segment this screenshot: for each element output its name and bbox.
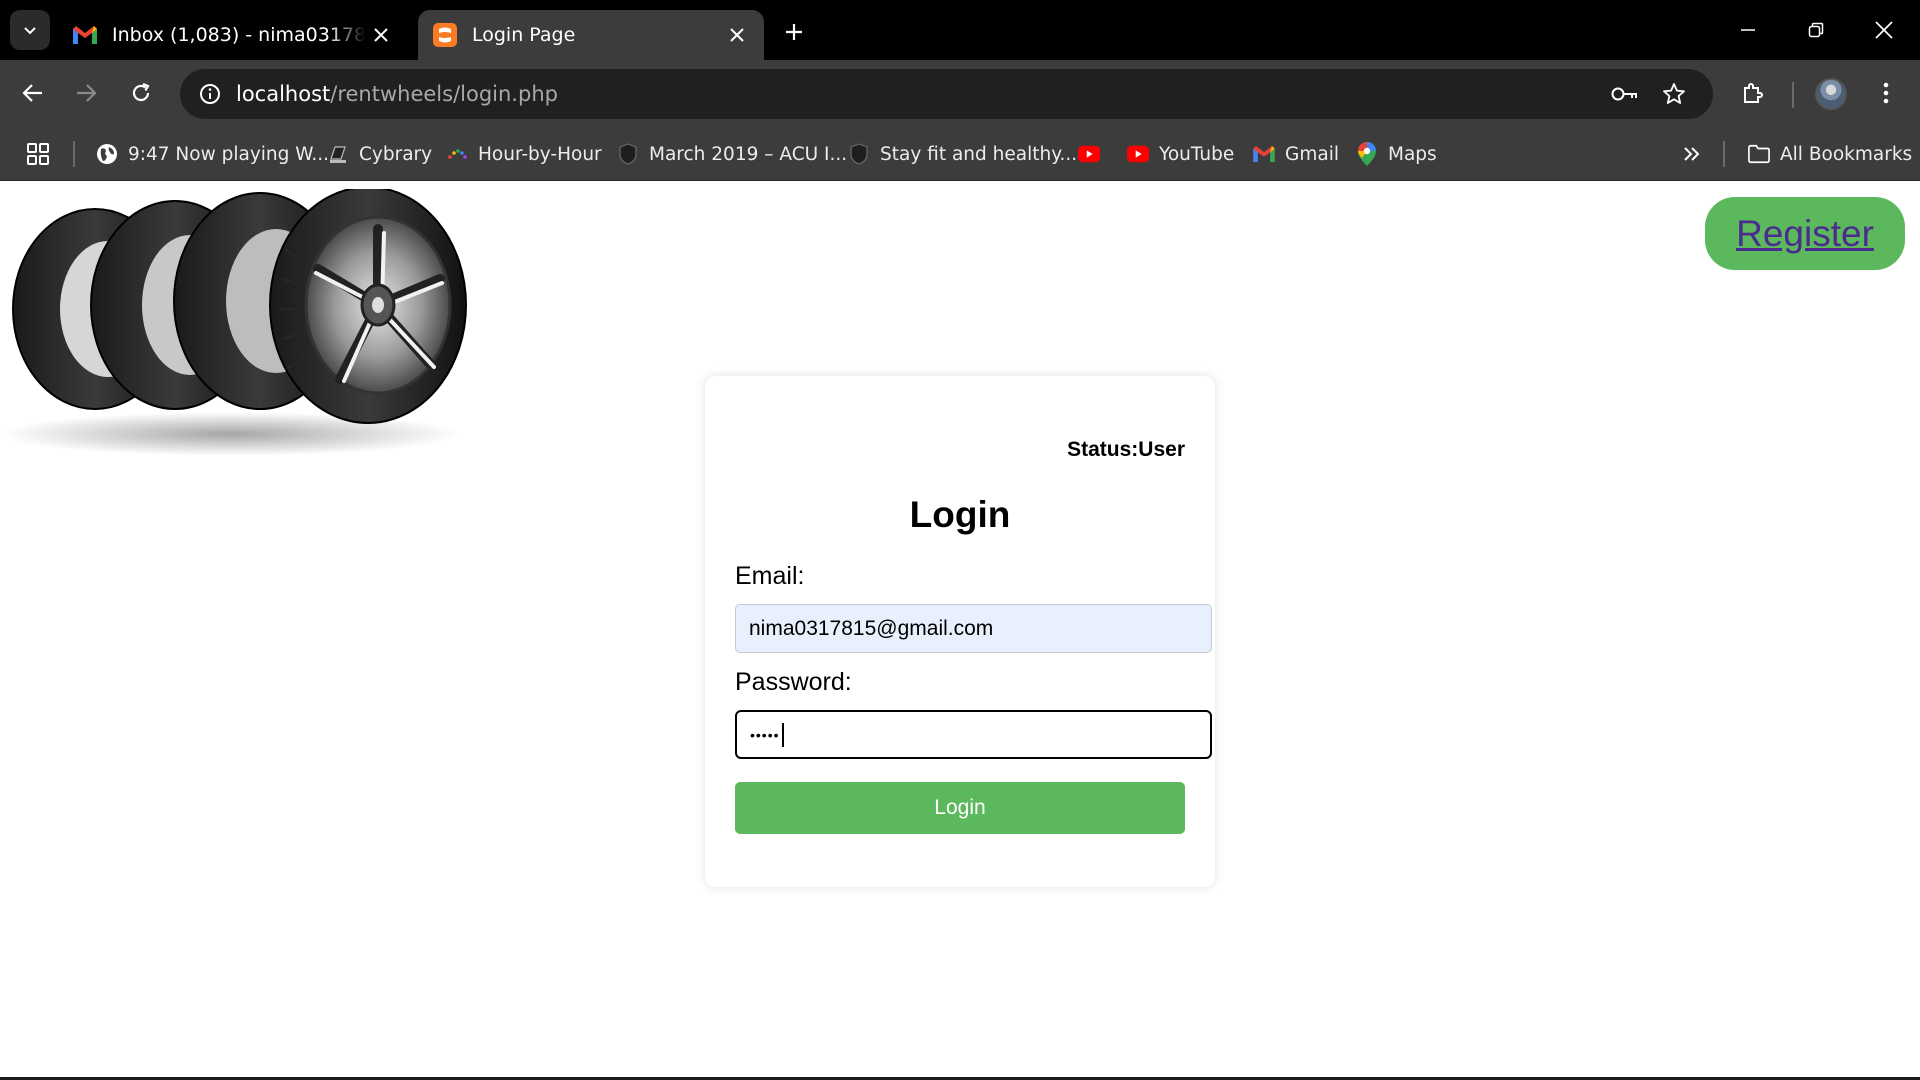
more-vertical-icon	[1883, 82, 1889, 104]
bookmarks-divider	[73, 141, 75, 167]
folder-icon	[1748, 143, 1770, 165]
window-close-button[interactable]	[1854, 6, 1914, 54]
arrow-right-icon	[77, 84, 97, 102]
minimize-icon	[1741, 29, 1755, 31]
site-info-icon[interactable]	[192, 76, 228, 112]
bookmark-maps[interactable]: Maps	[1356, 138, 1437, 170]
status-text: Status:User	[1067, 438, 1185, 461]
cybrary-icon	[327, 143, 349, 165]
bookmark-stay-fit[interactable]: Stay fit and healthy...	[848, 138, 1077, 170]
register-button[interactable]: Register	[1705, 197, 1905, 270]
bookmark-label: Maps	[1388, 143, 1437, 165]
globe-icon	[96, 143, 118, 165]
bookmark-youtube[interactable]: YouTube	[1127, 138, 1234, 170]
forward-button[interactable]	[64, 71, 108, 115]
email-value: nima0317815@gmail.com	[749, 616, 994, 640]
bookmark-label: Hour-by-Hour	[478, 143, 602, 165]
reload-button[interactable]	[119, 71, 163, 115]
page-content: Register Status:User Login Email: nima03…	[0, 181, 1920, 1080]
bookmarks-divider	[1723, 141, 1725, 167]
bookmark-gmail[interactable]: Gmail	[1253, 138, 1339, 170]
profile-avatar[interactable]	[1815, 78, 1847, 110]
bookmark-label: Cybrary	[359, 143, 433, 165]
toolbar: localhost/rentwheels/login.php	[0, 60, 1920, 126]
register-link[interactable]: Register	[1736, 213, 1874, 255]
password-key-icon[interactable]	[1607, 76, 1643, 112]
password-field[interactable]: •••••	[735, 710, 1212, 759]
weather-icon	[446, 143, 468, 165]
bookmarks-bar: 9:47 Now playing W... Cybrary Hour-by-Ho…	[0, 126, 1920, 181]
youtube-icon	[1078, 143, 1100, 165]
all-bookmarks-label: All Bookmarks	[1780, 143, 1913, 165]
browser-chrome: Inbox (1,083) - nima0317815@gmail.com Lo…	[0, 0, 1920, 181]
youtube-icon	[1127, 143, 1149, 165]
reload-icon	[132, 82, 150, 102]
bookmark-youtube-icon-only[interactable]	[1078, 138, 1110, 170]
login-card: Status:User Login Email: nima0317815@gma…	[705, 376, 1215, 887]
text-caret	[781, 722, 784, 747]
shield-icon	[848, 143, 870, 165]
new-tab-button[interactable]	[776, 14, 812, 50]
email-label: Email:	[735, 562, 805, 590]
toolbar-divider	[1792, 82, 1794, 108]
close-icon[interactable]	[366, 20, 396, 50]
chevron-down-icon	[24, 27, 36, 35]
close-icon	[1875, 21, 1893, 39]
bookmark-hour-by-hour[interactable]: Hour-by-Hour	[446, 138, 602, 170]
shield-icon	[617, 143, 639, 165]
plus-icon	[786, 24, 802, 40]
tab-title: Inbox (1,083) - nima0317815@gmail.com	[112, 24, 366, 46]
email-field[interactable]: nima0317815@gmail.com	[735, 604, 1212, 653]
tab-title: Login Page	[472, 24, 576, 46]
address-bar[interactable]: localhost/rentwheels/login.php	[180, 69, 1713, 119]
bookmark-label: Gmail	[1285, 143, 1339, 165]
minimize-button[interactable]	[1718, 6, 1778, 54]
restore-button[interactable]	[1786, 6, 1846, 54]
login-button[interactable]: Login	[735, 782, 1185, 834]
bookmark-now-playing[interactable]: 9:47 Now playing W...	[96, 138, 329, 170]
back-button[interactable]	[11, 71, 55, 115]
tab-inbox[interactable]: Inbox (1,083) - nima0317815@gmail.com	[58, 10, 408, 60]
tab-search-button[interactable]	[10, 10, 50, 50]
bookmark-label: March 2019 – ACU I...	[649, 143, 848, 165]
bookmark-label: Stay fit and healthy...	[880, 143, 1078, 165]
url-path: /rentwheels/login.php	[330, 82, 558, 106]
extensions-button[interactable]	[1731, 71, 1775, 115]
bookmark-march-2019[interactable]: March 2019 – ACU I...	[617, 138, 847, 170]
bookmark-star-icon[interactable]	[1656, 76, 1692, 112]
xampp-icon	[432, 22, 458, 48]
restore-icon	[1808, 22, 1824, 38]
menu-button[interactable]	[1864, 71, 1908, 115]
chevron-double-right-icon	[1684, 147, 1700, 161]
password-mask: •••••	[750, 726, 780, 743]
maps-icon	[1356, 142, 1378, 166]
bookmark-cybrary[interactable]: Cybrary	[327, 138, 432, 170]
puzzle-icon	[1744, 83, 1763, 103]
password-label: Password:	[735, 668, 852, 696]
bookmark-label: 9:47 Now playing W...	[128, 143, 330, 165]
apps-grid-icon[interactable]	[22, 138, 54, 170]
url-text[interactable]: localhost/rentwheels/login.php	[236, 82, 558, 106]
tab-login-page[interactable]: Login Page	[418, 10, 764, 60]
close-icon[interactable]	[722, 20, 752, 50]
gmail-icon	[72, 22, 98, 48]
login-heading: Login	[909, 494, 1011, 535]
all-bookmarks-button[interactable]: All Bookmarks	[1748, 138, 1912, 170]
gmail-icon	[1253, 143, 1275, 165]
arrow-left-icon	[22, 84, 42, 102]
more-bookmarks-button[interactable]	[1676, 138, 1708, 170]
tab-strip: Inbox (1,083) - nima0317815@gmail.com Lo…	[0, 0, 1920, 60]
tires-logo-image	[0, 186, 480, 461]
bookmark-label: YouTube	[1159, 143, 1235, 165]
url-host: localhost	[236, 82, 331, 106]
